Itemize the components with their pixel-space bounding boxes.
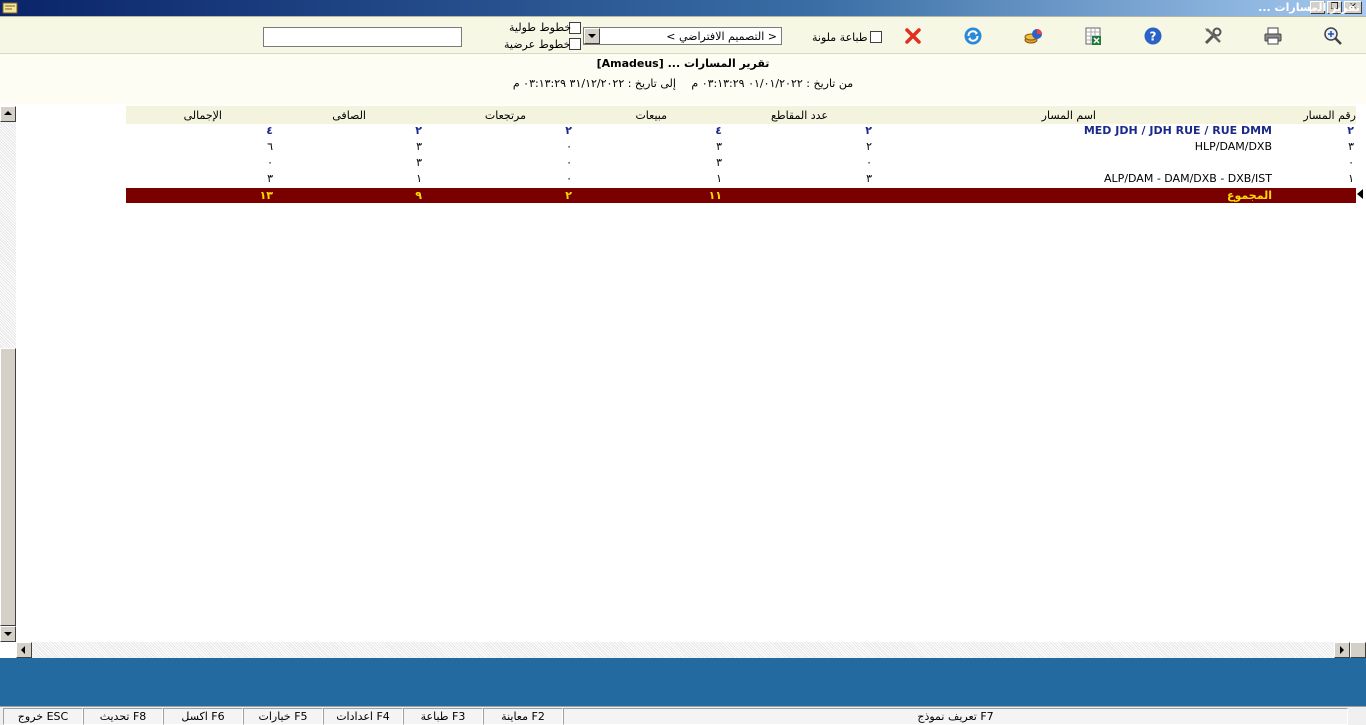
refresh-icon[interactable]	[962, 25, 984, 47]
scroll-down-button[interactable]	[0, 626, 16, 642]
cell-sales: ٣	[716, 156, 722, 169]
cell-route-no: ٣	[1348, 140, 1354, 153]
colored-print-label: طباعة ملونة	[812, 31, 868, 44]
cell-refunds: ٠	[566, 140, 572, 153]
cell-route-name: HLP/DAM/DXB	[1194, 140, 1272, 153]
help-icon[interactable]: ?	[1142, 25, 1164, 47]
cell-segments: ٢	[866, 140, 872, 153]
horizontal-lines-label: خطوط عرضية	[504, 38, 571, 51]
table-row[interactable]: ٢ MED JDH / JDH RUE / RUE DMM ٢ ٤ ٢ ٢ ٤	[126, 124, 1356, 140]
cell-sales: ١	[716, 172, 722, 185]
header-refunds[interactable]: مرتجعات	[485, 109, 526, 123]
header-total[interactable]: الإجمالى	[184, 109, 222, 123]
toolbar: ? طباعة ملونة < التصميم الافتراضي > خطوط…	[0, 16, 1366, 54]
cell-total: ٠	[267, 156, 273, 169]
total-total: ١٣	[259, 189, 273, 202]
colored-print-checkbox[interactable]	[870, 31, 882, 43]
f6-excel-button[interactable]: F6 اكسل	[163, 708, 243, 725]
cell-route-no: ١	[1348, 172, 1354, 185]
vertical-scroll-thumb[interactable]	[0, 348, 16, 626]
table-row[interactable]: ١ ALP/DAM - DAM/DXB - DXB/IST ٣ ١ ٠ ١ ٣	[126, 172, 1356, 188]
report-title: تقرير المسارات ... [Amadeus]	[596, 57, 770, 70]
cell-route-no: ٠	[1348, 156, 1354, 169]
design-select[interactable]: < التصميم الافتراضي >	[583, 27, 782, 45]
current-row-indicator-icon	[1357, 189, 1363, 199]
f4-settings-button[interactable]: F4 اعدادات	[323, 708, 403, 725]
zoom-icon[interactable]	[1322, 25, 1344, 47]
cell-route-name: ALP/DAM - DAM/DXB - DXB/IST	[1104, 172, 1272, 185]
f5-options-button[interactable]: F5 خيارات	[243, 708, 323, 725]
cell-route-no: ٢	[1347, 124, 1354, 137]
function-keys-bar: F7 تعريف نموذج F2 معاينة F3 طباعة F4 اعد…	[0, 706, 1366, 725]
f3-print-button[interactable]: F3 طباعة	[403, 708, 483, 725]
print-icon[interactable]	[1262, 25, 1284, 47]
footer-panel	[0, 658, 1366, 706]
header-segments[interactable]: عدد المقاطع	[771, 109, 828, 123]
f2-preview-button[interactable]: F2 معاينة	[483, 708, 563, 725]
table-row[interactable]: ٠ ٠ ٣ ٠ ٣ ٠	[126, 156, 1356, 172]
app-icon	[2, 1, 18, 15]
total-label: المجموع	[1227, 189, 1272, 202]
header-route-name[interactable]: اسم المسار	[1042, 109, 1096, 123]
close-icon[interactable]	[902, 25, 924, 47]
scroll-up-button[interactable]	[0, 106, 16, 122]
cell-segments: ٢	[865, 124, 872, 137]
total-refunds: ٢	[565, 189, 572, 202]
vertical-scrollbar[interactable]	[0, 106, 16, 642]
to-date: إلى تاريخ : ٣١/١٢/٢٠٢٢ ٠٣:١٣:٢٩ م	[512, 77, 676, 90]
scroll-left-button[interactable]	[16, 642, 32, 658]
cell-refunds: ٠	[566, 156, 572, 169]
horizontal-scroll-thumb[interactable]	[1350, 642, 1366, 658]
cell-net: ٣	[416, 140, 422, 153]
cell-net: ١	[416, 172, 422, 185]
total-row[interactable]: المجموع ١١ ٢ ٩ ١٣	[126, 188, 1356, 203]
header-sales[interactable]: مبيعات	[635, 109, 667, 123]
cell-route-name: MED JDH / JDH RUE / RUE DMM	[1083, 124, 1272, 137]
chevron-down-icon[interactable]	[584, 28, 600, 44]
total-sales: ١١	[708, 189, 722, 202]
horizontal-scrollbar[interactable]	[16, 642, 1366, 658]
excel-icon[interactable]	[1082, 25, 1104, 47]
table-header: رقم المسار اسم المسار عدد المقاطع مبيعات…	[126, 106, 1356, 124]
cell-refunds: ٠	[566, 172, 572, 185]
cell-total: ٣	[267, 172, 273, 185]
cell-sales: ٤	[715, 124, 722, 137]
chart-icon[interactable]	[1022, 25, 1044, 47]
header-route-no[interactable]: رقم المسار	[1303, 109, 1356, 123]
title-bar: _ ❐ ✕ تقرير المسارات ...	[0, 0, 1366, 16]
cell-refunds: ٢	[565, 124, 572, 137]
from-date: من تاريخ : ٠١/٠١/٢٠٢٢ ٠٣:١٣:٢٩ م	[691, 77, 854, 90]
cell-segments: ٣	[866, 172, 872, 185]
esc-exit-button[interactable]: ESC خروج	[3, 708, 83, 725]
cell-total: ٦	[267, 140, 273, 153]
cell-net: ٢	[415, 124, 422, 137]
search-input[interactable]	[263, 27, 462, 47]
window-title: تقرير المسارات ...	[1258, 1, 1360, 14]
horizontal-lines-checkbox[interactable]	[569, 38, 581, 50]
svg-text:?: ?	[1150, 30, 1157, 44]
cell-net: ٣	[416, 156, 422, 169]
f7-define-template-button[interactable]: F7 تعريف نموذج	[563, 708, 1348, 725]
design-select-value: < التصميم الافتراضي >	[666, 30, 777, 43]
total-net: ٩	[415, 189, 422, 202]
vertical-lines-label: خطوط طولية	[509, 21, 572, 34]
cell-total: ٤	[266, 124, 273, 137]
cell-sales: ٣	[716, 140, 722, 153]
f8-refresh-button[interactable]: F8 تحديث	[83, 708, 163, 725]
scroll-right-button[interactable]	[1334, 642, 1350, 658]
report-header: تقرير المسارات ... [Amadeus] من تاريخ : …	[0, 54, 1366, 104]
header-net[interactable]: الصافى	[332, 109, 366, 123]
tools-icon[interactable]	[1202, 25, 1224, 47]
cell-segments: ٠	[866, 156, 872, 169]
report-date-range: من تاريخ : ٠١/٠١/٢٠٢٢ ٠٣:١٣:٢٩ م إلى تار…	[0, 77, 1366, 90]
table-row[interactable]: ٣ HLP/DAM/DXB ٢ ٣ ٠ ٣ ٦	[126, 140, 1356, 156]
